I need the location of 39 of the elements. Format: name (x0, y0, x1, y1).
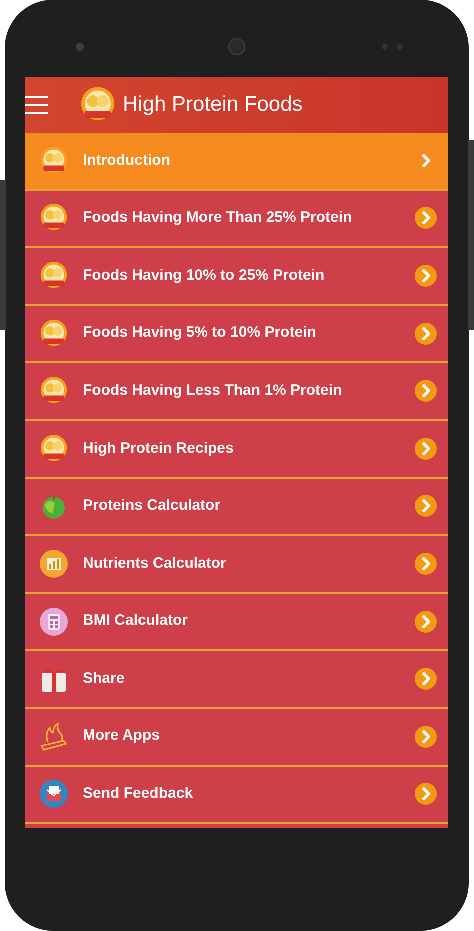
chevron-icon (414, 322, 438, 346)
logo-icon (39, 318, 69, 349)
menu-item-label: BMI Calculator (83, 611, 190, 632)
menu-item-label: High Protein Recipes (83, 438, 235, 459)
menu-item-label: Proteins Calculator (83, 496, 222, 516)
mail-icon (39, 779, 69, 810)
bar-chart-icon (39, 548, 69, 579)
menu-item[interactable]: Foods Having More Than 25% Protein (25, 190, 448, 248)
chevron-icon (414, 264, 438, 288)
menu-item[interactable]: Introduction (25, 133, 448, 191)
app-title: High Protein Foods (123, 92, 303, 118)
menu-item-label: Foods Having 10% to 25% Protein (83, 266, 326, 286)
menu-item[interactable]: Send Feedback (25, 766, 448, 824)
logo-icon (39, 434, 69, 464)
chevron-icon (414, 379, 438, 404)
menu-item-label: Foods Having More Than 25% Protein (83, 208, 354, 228)
menu-item[interactable]: Proteins Calculator (25, 478, 448, 536)
menu-icon[interactable] (25, 95, 49, 115)
chevron-icon (414, 724, 438, 749)
menu-item-label: Share (83, 668, 126, 689)
chevron-icon (414, 206, 438, 230)
menu-item-label: More Apps (83, 726, 161, 746)
menu-item-label: Send Feedback (83, 784, 194, 804)
chevron-icon (414, 782, 438, 806)
menu-item-label: Introduction (83, 150, 172, 171)
menu-item-label: Foods Having 5% to 10% Protein (83, 323, 318, 344)
calculator-icon (39, 606, 69, 637)
camera-icon (76, 43, 84, 51)
chevron-icon (414, 494, 438, 518)
chevron-icon (414, 436, 438, 461)
chevron-icon (414, 610, 438, 634)
campfire-icon (39, 722, 69, 752)
chevron-icon (414, 667, 438, 692)
logo-icon (39, 260, 69, 291)
menu-item-label: Foods Having Less Than 1% Protein (83, 380, 344, 401)
chevron-icon (414, 552, 438, 576)
speaker-icon (228, 38, 246, 56)
logo-icon (39, 146, 69, 176)
menu-item-label: Nutrients Calculator (83, 554, 228, 574)
